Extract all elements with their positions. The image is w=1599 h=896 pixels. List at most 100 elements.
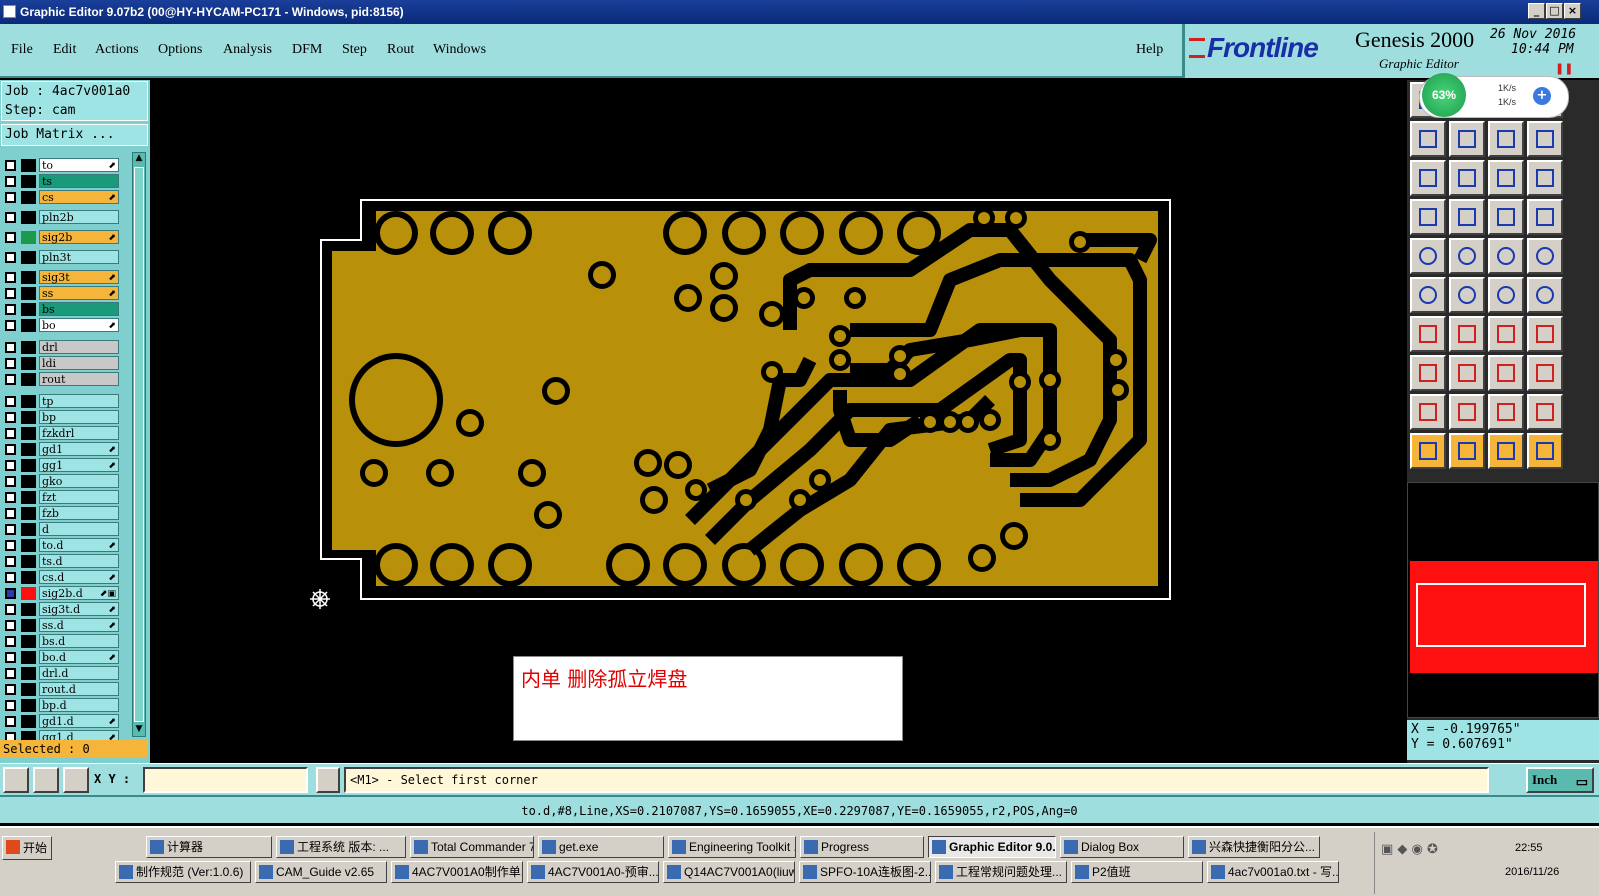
pan-right-icon[interactable] — [1449, 121, 1485, 157]
layer-checkbox[interactable] — [5, 588, 16, 599]
layer-checkbox[interactable] — [5, 444, 16, 455]
layer-row[interactable]: gg1 ⬈ — [3, 458, 119, 472]
layer-checkbox[interactable] — [5, 540, 16, 551]
xy-input[interactable] — [143, 767, 308, 793]
layer-checkbox[interactable] — [5, 700, 16, 711]
taskbar-item[interactable]: CAM_Guide v2.65 — [255, 861, 387, 883]
layer-name[interactable]: cs.d ⬈ — [39, 570, 119, 584]
extend-line-icon[interactable] — [1449, 316, 1485, 352]
layer-row[interactable]: to ⬈ — [3, 158, 119, 172]
taskbar-item[interactable]: 4ac7v001a0.txt - 写... — [1207, 861, 1339, 883]
layer-row[interactable]: bp — [3, 410, 119, 424]
hide-panel-icon[interactable] — [1527, 199, 1563, 235]
layer-row[interactable]: cs.d ⬈ — [3, 570, 119, 584]
taskbar-item[interactable]: Engineering Toolkit ... — [668, 836, 796, 858]
layer-name[interactable]: gko — [39, 474, 119, 488]
layer-checkbox[interactable] — [5, 160, 16, 171]
layer-row[interactable]: gko — [3, 474, 119, 488]
layer-row[interactable]: bp.d — [3, 698, 119, 712]
arc-icon[interactable] — [1488, 316, 1524, 352]
layer-row[interactable]: to.d ⬈ — [3, 538, 119, 552]
layer-checkbox[interactable] — [5, 652, 16, 663]
layer-row[interactable]: rout — [3, 372, 119, 386]
layer-checkbox[interactable] — [5, 412, 16, 423]
layer-scrollbar[interactable]: ▲ ▼ — [132, 152, 146, 737]
taskbar-item[interactable]: P2值班 — [1071, 861, 1203, 883]
scroll-thumb[interactable] — [134, 167, 144, 722]
layer-row[interactable]: drl.d — [3, 666, 119, 680]
menu-actions[interactable]: Actions — [95, 42, 139, 58]
menu-analysis[interactable]: Analysis — [223, 42, 272, 58]
draw-line-icon[interactable] — [1410, 316, 1446, 352]
add-node-icon[interactable] — [1527, 277, 1563, 313]
layer-name[interactable]: rout — [39, 372, 119, 386]
pan-center-icon[interactable] — [1488, 121, 1524, 157]
scale-icon[interactable] — [1488, 160, 1524, 196]
select-box-icon[interactable] — [1449, 433, 1485, 469]
menu-edit[interactable]: Edit — [53, 42, 76, 58]
layer-checkbox[interactable] — [5, 492, 16, 503]
layer-row[interactable]: sig2b.d ⬈▣ — [3, 586, 119, 600]
triangle-warning-icon[interactable] — [1410, 394, 1446, 430]
layer-row[interactable]: bo ⬈ — [3, 318, 119, 332]
layer-checkbox[interactable] — [5, 636, 16, 647]
layer-row[interactable]: pln3t — [3, 250, 119, 264]
layer-row[interactable]: sig2b ⬈ — [3, 230, 119, 244]
fit-vertical-icon[interactable] — [1449, 160, 1485, 196]
fit-icon[interactable] — [1410, 160, 1446, 196]
menu-dfm[interactable]: DFM — [292, 42, 322, 58]
layer-checkbox[interactable] — [5, 396, 16, 407]
pad-icon[interactable] — [1410, 238, 1446, 274]
taskbar-item[interactable]: SPFO-10A连板图-2... — [799, 861, 931, 883]
layer-checkbox[interactable] — [5, 342, 16, 353]
taskbar-item[interactable]: Q14AC7V001A0(liuw... — [663, 861, 795, 883]
trim-icon[interactable] — [1449, 355, 1485, 391]
taskbar-item[interactable]: 4AC7V001A0制作单... — [391, 861, 523, 883]
layer-row[interactable]: bs — [3, 302, 119, 316]
layer-checkbox[interactable] — [5, 684, 16, 695]
maximize-button[interactable]: □ — [1546, 3, 1563, 19]
select-icon[interactable] — [1410, 433, 1446, 469]
layer-row[interactable]: ts.d — [3, 554, 119, 568]
snap-icon[interactable] — [3, 767, 29, 793]
parallel-icon[interactable] — [1527, 316, 1563, 352]
layer-row[interactable]: fzt — [3, 490, 119, 504]
speed-plus-icon[interactable]: + — [1533, 87, 1551, 105]
layer-name[interactable]: sig2b.d ⬈▣ — [39, 586, 119, 600]
layer-name[interactable]: gd1 ⬈ — [39, 442, 119, 456]
overview-map[interactable] — [1407, 482, 1599, 718]
redraw-icon[interactable] — [1527, 121, 1563, 157]
layer-row[interactable]: bo.d ⬈ — [3, 650, 119, 664]
layer-checkbox[interactable] — [5, 460, 16, 471]
layer-checkbox[interactable] — [5, 524, 16, 535]
layer-name[interactable]: bp — [39, 410, 119, 424]
layer-checkbox[interactable] — [5, 304, 16, 315]
layer-row[interactable]: ts — [3, 174, 119, 188]
layer-row[interactable]: cs ⬈ — [3, 190, 119, 204]
menu-file[interactable]: File — [11, 42, 33, 58]
taskbar-item[interactable]: 计算器 — [146, 836, 272, 858]
layer-name[interactable]: ldi — [39, 356, 119, 370]
layer-checkbox[interactable] — [5, 572, 16, 583]
grid-toggle-icon[interactable] — [1449, 199, 1485, 235]
layer-name[interactable]: drl — [39, 340, 119, 354]
layer-row[interactable]: ss.d ⬈ — [3, 618, 119, 632]
layer-checkbox[interactable] — [5, 620, 16, 631]
taskbar-item[interactable]: get.exe — [538, 836, 664, 858]
menu-windows[interactable]: Windows — [433, 42, 486, 58]
graphic-canvas[interactable]: 内单 删除孤立焊盘 — [150, 80, 1407, 763]
layer-checkbox[interactable] — [5, 428, 16, 439]
select-polygon-icon[interactable] — [1488, 433, 1524, 469]
round-pad-icon[interactable] — [1527, 238, 1563, 274]
taskbar-item[interactable]: 工程常规问题处理... — [935, 861, 1067, 883]
menu-help[interactable]: Help — [1136, 42, 1163, 58]
layer-checkbox[interactable] — [5, 176, 16, 187]
layer-name[interactable]: cs ⬈ — [39, 190, 119, 204]
layer-row[interactable]: gd1 ⬈ — [3, 442, 119, 456]
select-net-icon[interactable] — [1527, 433, 1563, 469]
start-button[interactable]: 开始 — [2, 836, 52, 860]
layer-checkbox[interactable] — [5, 374, 16, 385]
job-matrix-button[interactable]: Job Matrix ... — [1, 124, 148, 146]
layer-row[interactable]: rout.d — [3, 682, 119, 696]
info-icon[interactable] — [316, 767, 340, 793]
